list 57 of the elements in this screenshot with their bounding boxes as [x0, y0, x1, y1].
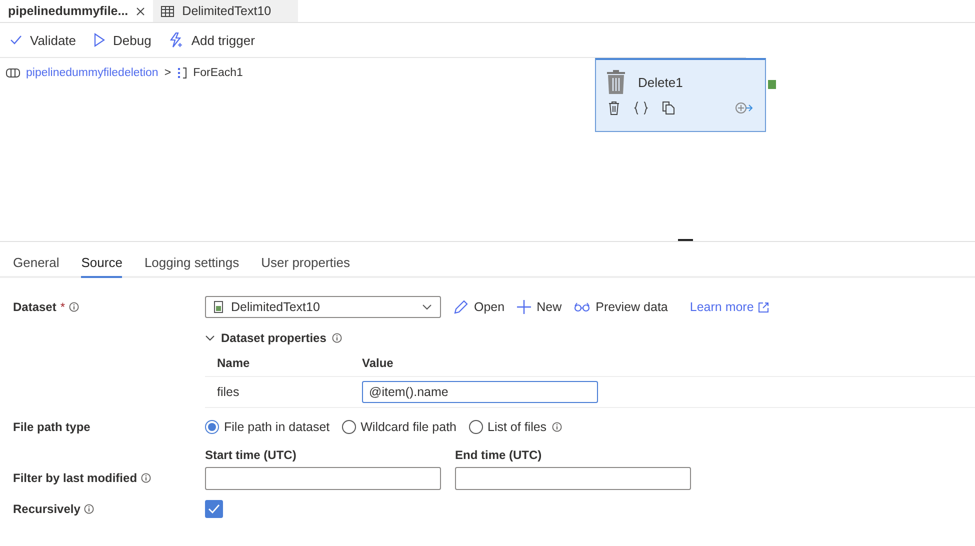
external-link-icon [758, 302, 769, 312]
add-output-icon[interactable] [735, 102, 753, 114]
time-input[interactable] [205, 467, 441, 490]
breadcrumb-separator: > [164, 67, 172, 79]
panel-tab[interactable]: User properties [261, 249, 350, 278]
close-icon[interactable] [136, 6, 146, 16]
field-label: File path type [13, 420, 90, 434]
chevron-down-icon[interactable] [205, 333, 215, 343]
trash-icon [606, 70, 626, 95]
learn-more-link[interactable]: Learn more [690, 300, 769, 314]
radio-option[interactable]: List of files [468, 420, 562, 434]
panel-tab[interactable]: Source [81, 249, 122, 278]
field-label: Start time (UTC) [205, 448, 298, 462]
field-label: End time (UTC) [455, 448, 543, 462]
action-button[interactable]: Open [453, 300, 505, 314]
pencil-icon [453, 300, 468, 314]
glasses-icon [574, 302, 590, 312]
field-label: Dataset [13, 300, 56, 314]
radio-option[interactable]: Wildcard file path [342, 420, 456, 434]
panel-tab[interactable]: General [13, 249, 60, 278]
time-input[interactable] [455, 467, 691, 490]
plus-icon [516, 300, 531, 314]
field-label: Filter by last modified [13, 471, 138, 485]
action-button[interactable]: New [516, 300, 562, 314]
delete-icon[interactable] [608, 101, 620, 115]
toolbar-button[interactable]: Validate [8, 32, 78, 48]
radio-option[interactable]: File path in dataset [205, 420, 330, 434]
table-cell-text: files [217, 385, 240, 399]
breadcrumb-item: ForEach1 [193, 67, 243, 79]
copy-icon[interactable] [662, 101, 675, 115]
check-icon [10, 35, 22, 45]
activity-node[interactable]: Delete1 [595, 58, 766, 132]
panel-tab[interactable]: Logging settings [144, 249, 240, 278]
table-icon [161, 6, 174, 16]
lightning-icon [169, 32, 184, 48]
foreach-icon [177, 67, 188, 79]
chevron-down-icon [422, 304, 432, 310]
field-label: Recursively [13, 502, 80, 516]
code-icon[interactable] [634, 101, 648, 115]
value-field[interactable]: @item().name [362, 381, 598, 403]
file-icon [214, 301, 223, 313]
section-title: Dataset properties [221, 331, 326, 345]
resize-handle[interactable] [678, 239, 693, 241]
dataset-dropdown[interactable]: DelimitedText10 [205, 296, 441, 318]
column-header: Value [362, 356, 394, 370]
pipeline-icon [6, 68, 20, 78]
checkbox[interactable] [205, 500, 223, 518]
check-icon [208, 504, 220, 514]
breadcrumb-link[interactable]: pipelinedummyfiledeletion [26, 67, 158, 79]
toolbar-button[interactable]: Debug [92, 32, 154, 48]
action-button[interactable]: Preview data [574, 300, 668, 314]
activity-name: Delete1 [638, 75, 683, 90]
required-mark: * [60, 300, 66, 314]
column-header: Name [217, 356, 251, 370]
play-icon [94, 33, 106, 47]
toolbar-button[interactable]: Add trigger [167, 32, 257, 48]
document-tab[interactable]: DelimitedText10 [153, 0, 298, 22]
